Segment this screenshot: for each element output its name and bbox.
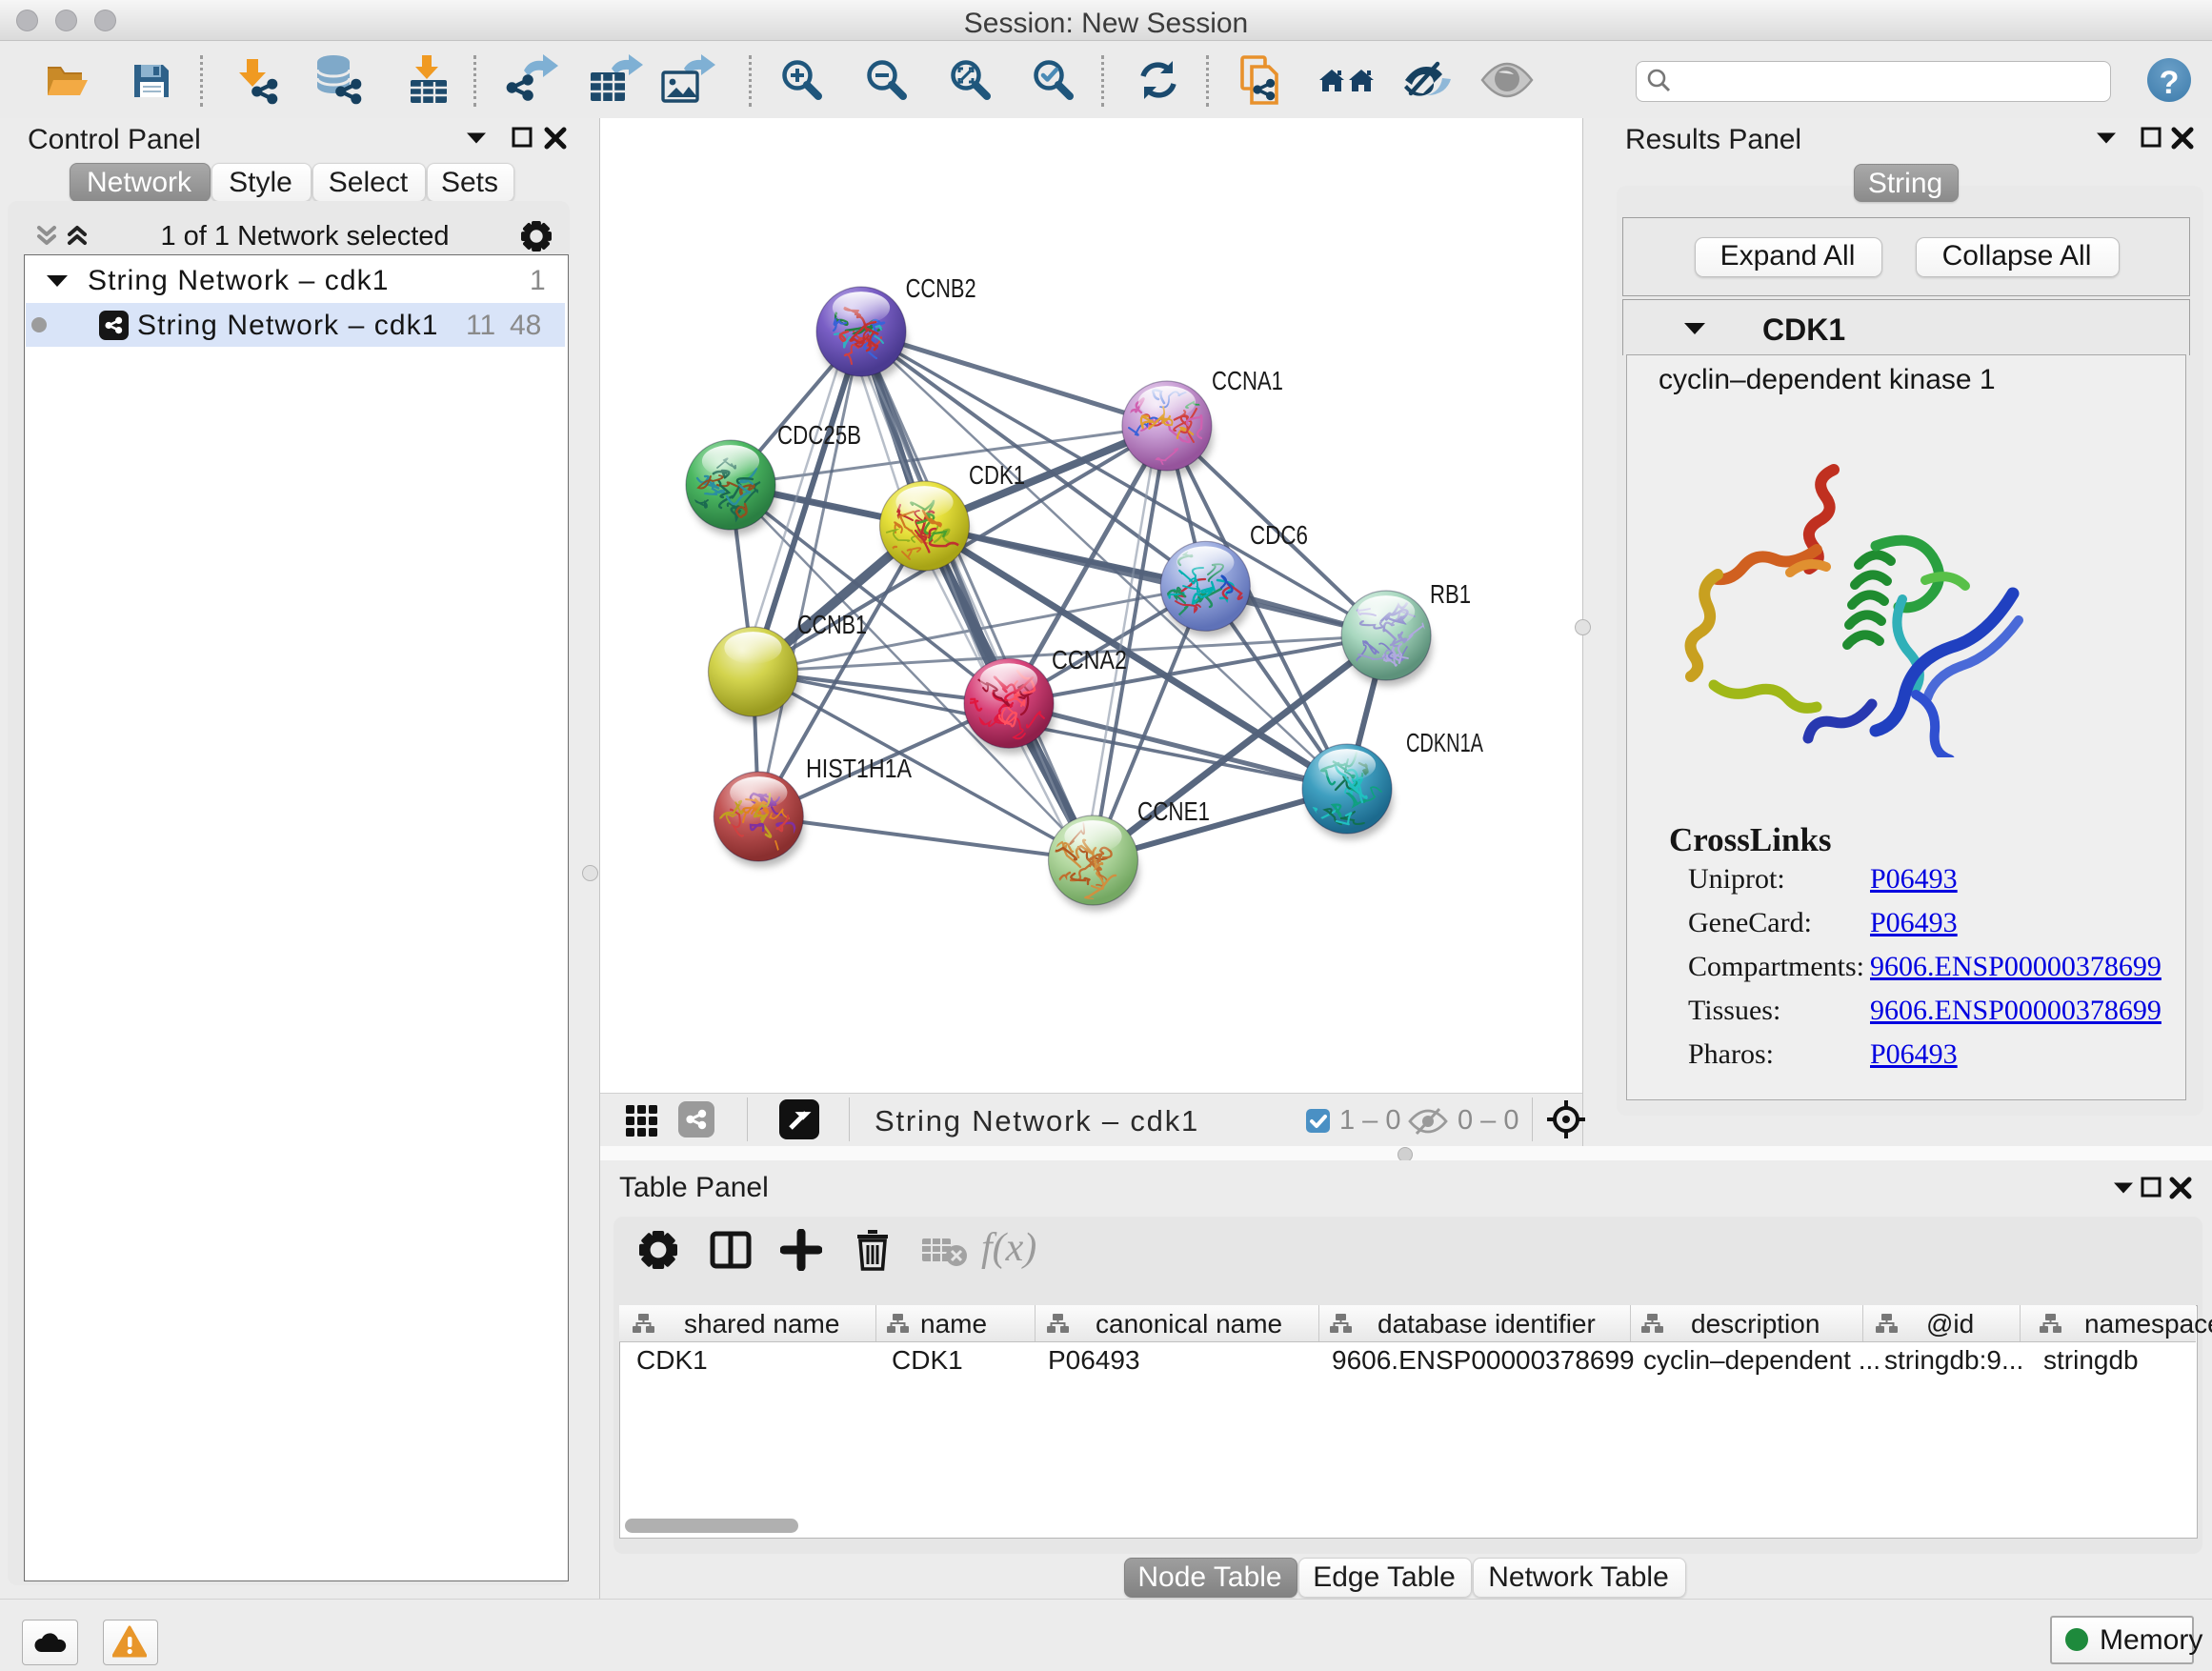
- svg-text:CCNE1: CCNE1: [1137, 796, 1210, 826]
- svg-text:CCNA2: CCNA2: [1052, 645, 1127, 674]
- svg-text:RB1: RB1: [1430, 579, 1471, 609]
- svg-text:HIST1H1A: HIST1H1A: [806, 754, 912, 783]
- svg-text:CDC6: CDC6: [1250, 520, 1308, 550]
- svg-text:CDK1: CDK1: [969, 460, 1025, 490]
- svg-text:CCNB1: CCNB1: [797, 610, 867, 639]
- svg-text:CCNA1: CCNA1: [1212, 366, 1283, 395]
- svg-text:CCNB2: CCNB2: [906, 273, 976, 303]
- svg-text:CDC25B: CDC25B: [777, 420, 861, 450]
- svg-text:CDKN1A: CDKN1A: [1406, 728, 1483, 757]
